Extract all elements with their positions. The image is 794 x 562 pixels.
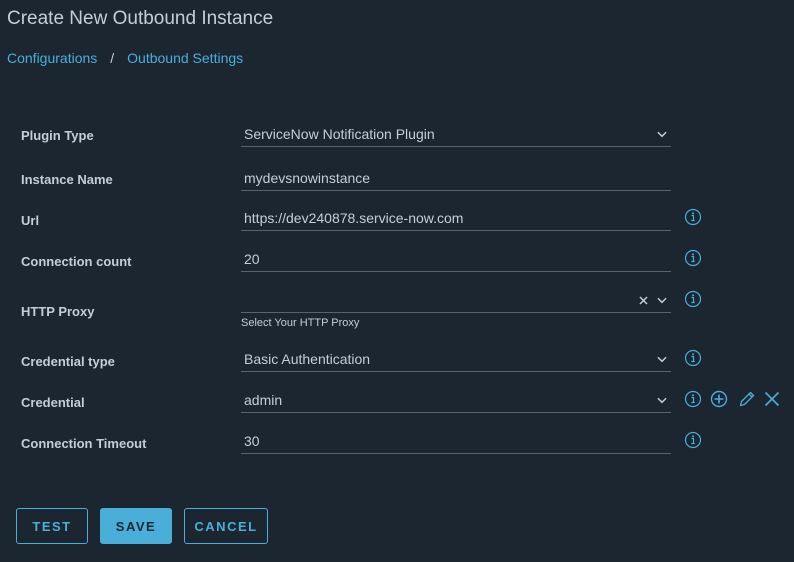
page-title: Create New Outbound Instance [7, 8, 274, 29]
edit-credential-icon[interactable] [738, 390, 756, 408]
chevron-down-icon[interactable] [657, 295, 667, 305]
breadcrumb-outbound-settings[interactable]: Outbound Settings [127, 50, 243, 66]
credential-label: Credential [21, 395, 85, 410]
connection-timeout-value: 30 [244, 433, 260, 449]
breadcrumb-separator: / [110, 50, 115, 66]
clear-icon[interactable] [639, 295, 649, 305]
connection-count-input[interactable]: 20 [241, 247, 671, 272]
connection-timeout-label: Connection Timeout [21, 436, 147, 451]
http-proxy-helper-text: Select Your HTTP Proxy [241, 317, 360, 329]
instance-name-value: mydevsnowinstance [244, 170, 371, 186]
cancel-button[interactable]: CANCEL [184, 508, 268, 544]
connection-count-label: Connection count [21, 254, 132, 269]
http-proxy-select[interactable] [241, 288, 671, 313]
instance-name-label: Instance Name [21, 172, 113, 187]
breadcrumb-configurations[interactable]: Configurations [7, 50, 97, 66]
plugin-type-select[interactable]: ServiceNow Notification Plugin [241, 122, 671, 147]
credential-info-icon[interactable] [684, 390, 702, 408]
chevron-down-icon[interactable] [657, 129, 667, 139]
chevron-down-icon[interactable] [657, 354, 667, 364]
connection-count-info-icon[interactable] [684, 249, 702, 267]
credential-type-label: Credential type [21, 354, 115, 369]
http-proxy-info-icon[interactable] [684, 290, 702, 308]
breadcrumb: Configurations / Outbound Settings [7, 50, 243, 66]
credential-type-info-icon[interactable] [684, 349, 702, 367]
chevron-down-icon[interactable] [657, 395, 667, 405]
plugin-type-value: ServiceNow Notification Plugin [244, 126, 435, 142]
credential-value: admin [244, 392, 283, 408]
connection-timeout-input[interactable]: 30 [241, 429, 671, 454]
url-value: https://dev240878.service-now.com [244, 210, 464, 226]
credential-type-value: Basic Authentication [244, 351, 371, 367]
instance-name-input[interactable]: mydevsnowinstance [241, 166, 671, 191]
credential-select[interactable]: admin [241, 388, 671, 413]
plugin-type-label: Plugin Type [21, 128, 94, 143]
connection-count-value: 20 [244, 251, 260, 267]
connection-timeout-info-icon[interactable] [684, 431, 702, 449]
save-button[interactable]: SAVE [100, 508, 172, 544]
credential-type-select[interactable]: Basic Authentication [241, 347, 671, 372]
url-info-icon[interactable] [684, 208, 702, 226]
http-proxy-label: HTTP Proxy [21, 304, 95, 319]
test-button[interactable]: TEST [16, 508, 88, 544]
url-input[interactable]: https://dev240878.service-now.com [241, 206, 671, 231]
url-label: Url [21, 213, 40, 228]
add-credential-icon[interactable] [710, 390, 728, 408]
remove-credential-icon[interactable] [763, 390, 781, 408]
